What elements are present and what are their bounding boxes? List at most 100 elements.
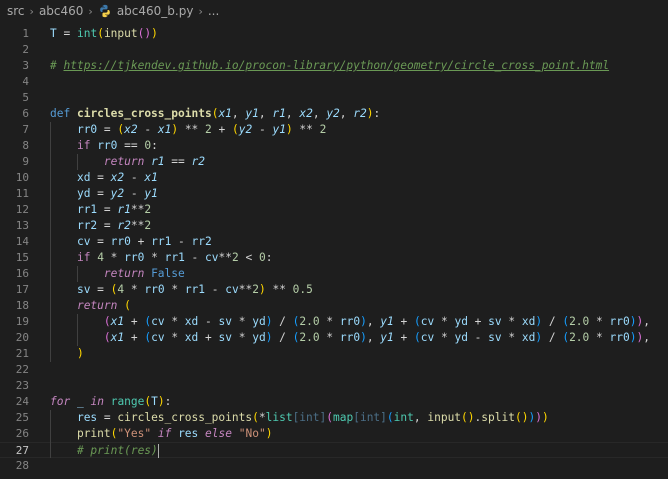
- code-line[interactable]: 17 sv = (4 * rr0 * rr1 - cv**2) ** 0.5: [0, 282, 668, 298]
- indent-guide: [76, 154, 78, 170]
- code-token: x1: [110, 315, 125, 328]
- code-text: for _ in range(T):: [50, 394, 171, 410]
- code-token: map: [333, 411, 354, 424]
- code-token: 0.5: [292, 283, 313, 296]
- code-token: =: [97, 123, 118, 136]
- code-line[interactable]: 27 # print(res): [0, 442, 668, 458]
- code-token: xd: [184, 315, 199, 328]
- code-token: +: [211, 123, 232, 136]
- python-file-icon: [100, 4, 110, 18]
- code-line[interactable]: 24 for _ in range(T):: [0, 394, 668, 410]
- code-line[interactable]: 26 print("Yes" if res else "No"): [0, 426, 668, 442]
- chevron-right-icon: ›: [198, 4, 203, 18]
- code-line[interactable]: 25 res = circles_cross_points(*list[int]…: [0, 410, 668, 426]
- code-token: ,: [231, 107, 246, 120]
- code-token: xd: [184, 331, 199, 344]
- code-token: **: [238, 283, 253, 296]
- code-line[interactable]: 21 ): [0, 346, 668, 362]
- code-line[interactable]: 23: [0, 378, 668, 394]
- code-token: =: [97, 203, 118, 216]
- code-text: (x1 + (cv * xd - sv * yd) / (2.0 * rr0),…: [50, 314, 650, 330]
- code-text: cv = rr0 + rr1 - rr2: [50, 234, 212, 250]
- line-number: 23: [15, 379, 29, 392]
- code-line[interactable]: 22: [0, 362, 668, 378]
- code-token: xd: [521, 315, 536, 328]
- code-token: input: [427, 411, 462, 424]
- code-text: ): [50, 346, 84, 362]
- breadcrumb-src[interactable]: src: [7, 4, 25, 18]
- code-token: -: [124, 171, 145, 184]
- code-line[interactable]: 2: [0, 42, 668, 58]
- code-line[interactable]: 6 def circles_cross_points(x1, y1, r1, x2…: [0, 106, 668, 122]
- code-line[interactable]: 28: [0, 458, 668, 474]
- line-number: 21: [15, 347, 29, 360]
- code-line[interactable]: 8 if rr0 == 0:: [0, 138, 668, 154]
- code-line[interactable]: 20 (x1 + (cv * xd + sv * yd) / (2.0 * rr…: [0, 330, 668, 346]
- code-token: res: [178, 427, 199, 440]
- code-token: rr0: [609, 315, 630, 328]
- code-token: -: [205, 283, 226, 296]
- code-line[interactable]: 12 rr1 = r1**2: [0, 202, 668, 218]
- code-token: (): [514, 411, 529, 424]
- code-line[interactable]: 19 (x1 + (cv * xd - sv * yd) / (2.0 * rr…: [0, 314, 668, 330]
- code-text: # print(res): [50, 443, 159, 459]
- code-text: if rr0 == 0:: [50, 138, 158, 154]
- indent-guide: [76, 266, 78, 282]
- code-token: 2: [319, 123, 327, 136]
- code-line[interactable]: 4: [0, 74, 668, 90]
- code-line[interactable]: 11 yd = y2 - y1: [0, 186, 668, 202]
- code-text: return False: [50, 266, 185, 282]
- code-token: (: [97, 27, 104, 40]
- code-token: +: [124, 331, 145, 344]
- code-token: ,: [258, 107, 273, 120]
- code-token: (: [232, 123, 239, 136]
- breadcrumb-abc460[interactable]: abc460: [39, 4, 83, 18]
- code-line[interactable]: 5: [0, 90, 668, 106]
- code-token: *: [231, 315, 253, 328]
- code-line[interactable]: 15 if 4 * rr0 * rr1 - cv**2 < 0:: [0, 250, 668, 266]
- code-line[interactable]: 18 return (: [0, 298, 668, 314]
- code-line[interactable]: 3 # https://tjkendev.github.io/procon-lib…: [0, 58, 668, 74]
- code-token: (: [252, 411, 259, 424]
- code-line[interactable]: 14 cv = rr0 + rr1 - rr2: [0, 234, 668, 250]
- code-line[interactable]: 10 xd = x2 - x1: [0, 170, 668, 186]
- code-token: =: [90, 235, 111, 248]
- code-token: rr2: [76, 219, 98, 232]
- code-token: sv: [488, 331, 502, 344]
- code-token: :: [164, 395, 172, 408]
- line-number: 4: [22, 75, 29, 88]
- code-token: **: [130, 203, 145, 216]
- code-token: x1: [110, 331, 125, 344]
- code-token: y2: [238, 123, 253, 136]
- code-line[interactable]: 13 rr2 = r2**2: [0, 218, 668, 234]
- breadcrumb-symbol[interactable]: ...: [208, 4, 219, 18]
- breadcrumb-file[interactable]: abc460_b.py: [117, 4, 194, 18]
- code-token: rr0: [97, 139, 118, 152]
- code-token: =: [97, 411, 118, 424]
- code-line[interactable]: 1 T = int(input()): [0, 26, 668, 42]
- code-line[interactable]: 9 return r1 == r2: [0, 154, 668, 170]
- code-line[interactable]: 7 rr0 = (x2 - x1) ** 2 + (y2 - y1) ** 2: [0, 122, 668, 138]
- code-token: if: [76, 139, 91, 152]
- code-token: rr0: [609, 331, 630, 344]
- code-line[interactable]: 16 return False: [0, 266, 668, 282]
- code-token: list: [265, 411, 293, 424]
- code-token: yd: [76, 187, 91, 200]
- code-token: +: [124, 315, 145, 328]
- code-text: rr0 = (x2 - x1) ** 2 + (y2 - y1) ** 2: [50, 122, 326, 138]
- code-token: =: [56, 27, 77, 40]
- code-editor[interactable]: 1T = int(input()) 2 3 # https://tjkendev.gi…: [0, 22, 668, 479]
- code-token: y2: [326, 107, 340, 120]
- code-token: xd: [521, 331, 536, 344]
- code-token: return: [103, 267, 145, 280]
- code-token: *: [164, 315, 185, 328]
- code-token: rr0: [339, 331, 361, 344]
